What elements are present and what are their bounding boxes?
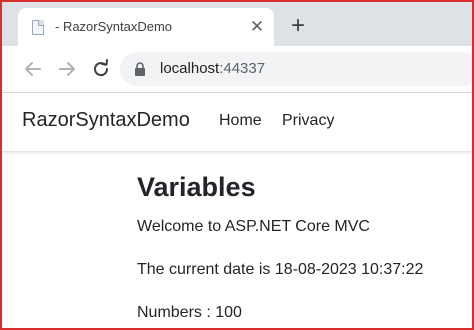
lock-icon[interactable] bbox=[134, 62, 146, 76]
page-title: Variables bbox=[137, 172, 256, 202]
site-navbar: RazorSyntaxDemo Home Privacy bbox=[2, 93, 472, 152]
main-content: Variables Welcome to ASP.NET Core MVC Th… bbox=[137, 170, 467, 321]
url-port: :44337 bbox=[219, 60, 266, 77]
back-arrow-icon[interactable] bbox=[20, 56, 46, 82]
plus-icon[interactable]: + bbox=[284, 13, 312, 41]
welcome-text: Welcome to ASP.NET Core MVC bbox=[137, 218, 370, 235]
site-brand[interactable]: RazorSyntaxDemo bbox=[22, 109, 190, 132]
browser-tab[interactable]: - RazorSyntaxDemo ✕ bbox=[18, 8, 274, 46]
browser-toolbar: localhost:44337 bbox=[2, 46, 472, 93]
reload-icon[interactable] bbox=[88, 56, 114, 82]
screenshot-frame: - RazorSyntaxDemo ✕ + localhost:44337 Ra… bbox=[0, 0, 474, 330]
url-host: localhost bbox=[160, 60, 220, 77]
current-date-text: The current date is 18-08-2023 10:37:22 bbox=[137, 261, 424, 278]
nav-link-privacy[interactable]: Privacy bbox=[282, 112, 334, 130]
forward-arrow-icon[interactable] bbox=[54, 56, 80, 82]
close-icon[interactable]: ✕ bbox=[246, 16, 268, 38]
tab-strip: - RazorSyntaxDemo ✕ + bbox=[2, 2, 472, 46]
page-favicon-icon bbox=[32, 20, 44, 35]
url-text[interactable]: localhost:44337 bbox=[160, 60, 265, 77]
tab-title: - RazorSyntaxDemo bbox=[55, 19, 173, 34]
address-bar[interactable]: localhost:44337 bbox=[120, 52, 472, 86]
nav-link-home[interactable]: Home bbox=[219, 112, 262, 130]
numbers-text: Numbers : 100 bbox=[137, 304, 242, 321]
